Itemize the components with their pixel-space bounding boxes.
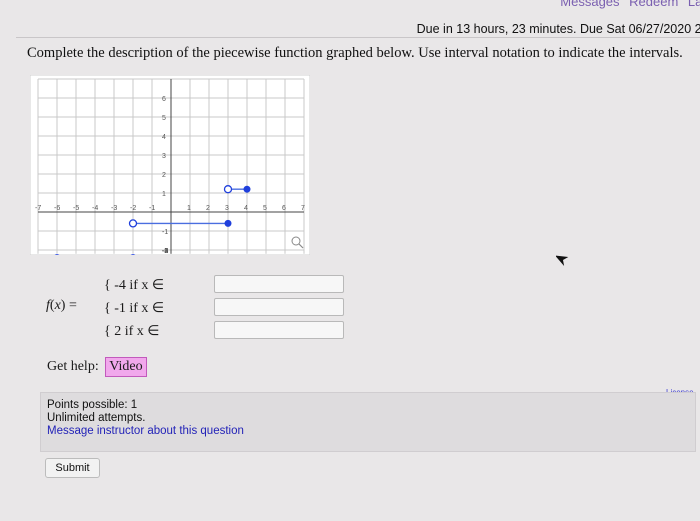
nav-redeem[interactable]: Redeem: [629, 0, 678, 9]
piece-label-2: { -1 if x ∈: [104, 301, 165, 316]
x-tick-label: 1: [187, 205, 191, 212]
closed-endpoint: [224, 219, 232, 227]
nav-messages[interactable]: Messages: [560, 0, 619, 9]
attempts-info: Unlimited attempts.: [47, 412, 146, 424]
open-endpoint: [223, 185, 233, 194]
nav-lat[interactable]: Lat: [688, 0, 700, 9]
x-tick-label: 6: [282, 205, 286, 212]
open-endpoint: [128, 219, 138, 228]
x-tick-label: -6: [54, 205, 60, 212]
x-tick-label: -4: [92, 205, 98, 212]
submit-button[interactable]: Submit: [45, 458, 100, 478]
piecewise-graph: -7 -6 -5 -4 -3 -2 -1 1 2 3 4 5 6 7654321-1-2-3-4-5-6: [30, 75, 310, 255]
x-tick-label: -5: [73, 205, 79, 212]
x-tick-label: 4: [244, 205, 248, 212]
graph-background: [30, 75, 310, 255]
top-nav: Messages Redeem Lat: [554, 0, 700, 9]
x-tick-label: 5: [263, 205, 267, 212]
interval-input-3[interactable]: [214, 321, 344, 339]
x-tick-label: 7: [301, 205, 305, 212]
points-possible: Points possible: 1: [47, 399, 138, 411]
y-tick-label: 3: [162, 153, 166, 160]
message-instructor-link[interactable]: Message instructor about this question: [47, 425, 244, 437]
piece-label-1: { -4 if x ∈: [104, 278, 165, 293]
divider: [16, 37, 700, 38]
due-date: Due in 13 hours, 23 minutes. Due Sat 06/…: [416, 22, 700, 36]
y-tick-label: 4: [162, 134, 166, 141]
y-tick-label: 1: [162, 191, 166, 198]
x-tick-label: -3: [111, 205, 117, 212]
get-help: Get help: Video: [47, 357, 147, 377]
y-tick-label: 6: [162, 96, 166, 103]
mouse-cursor-icon: [556, 255, 569, 266]
question-prompt: Complete the description of the piecewis…: [27, 45, 683, 61]
x-tick-label: -7: [35, 205, 41, 212]
video-button[interactable]: Video: [105, 357, 147, 377]
x-tick-label: 2: [206, 205, 210, 212]
piece-label-3: { 2 if x ∈: [104, 324, 160, 339]
x-tick-label: -2: [130, 205, 136, 212]
interval-input-1[interactable]: [214, 275, 344, 293]
interval-input-2[interactable]: [214, 298, 344, 316]
y-tick-label: 5: [162, 115, 166, 122]
x-tick-label: 3: [225, 205, 229, 212]
x-tick-label: -1: [149, 205, 155, 212]
y-tick-label: -6: [162, 248, 168, 255]
get-help-label: Get help:: [47, 359, 99, 374]
y-tick-label: 2: [162, 172, 166, 179]
fx-label: f(x) =: [46, 298, 77, 313]
y-tick-label: -1: [162, 229, 168, 236]
points-info-box: Points possible: 1 Unlimited attempts. M…: [40, 392, 696, 452]
closed-endpoint: [243, 185, 251, 193]
